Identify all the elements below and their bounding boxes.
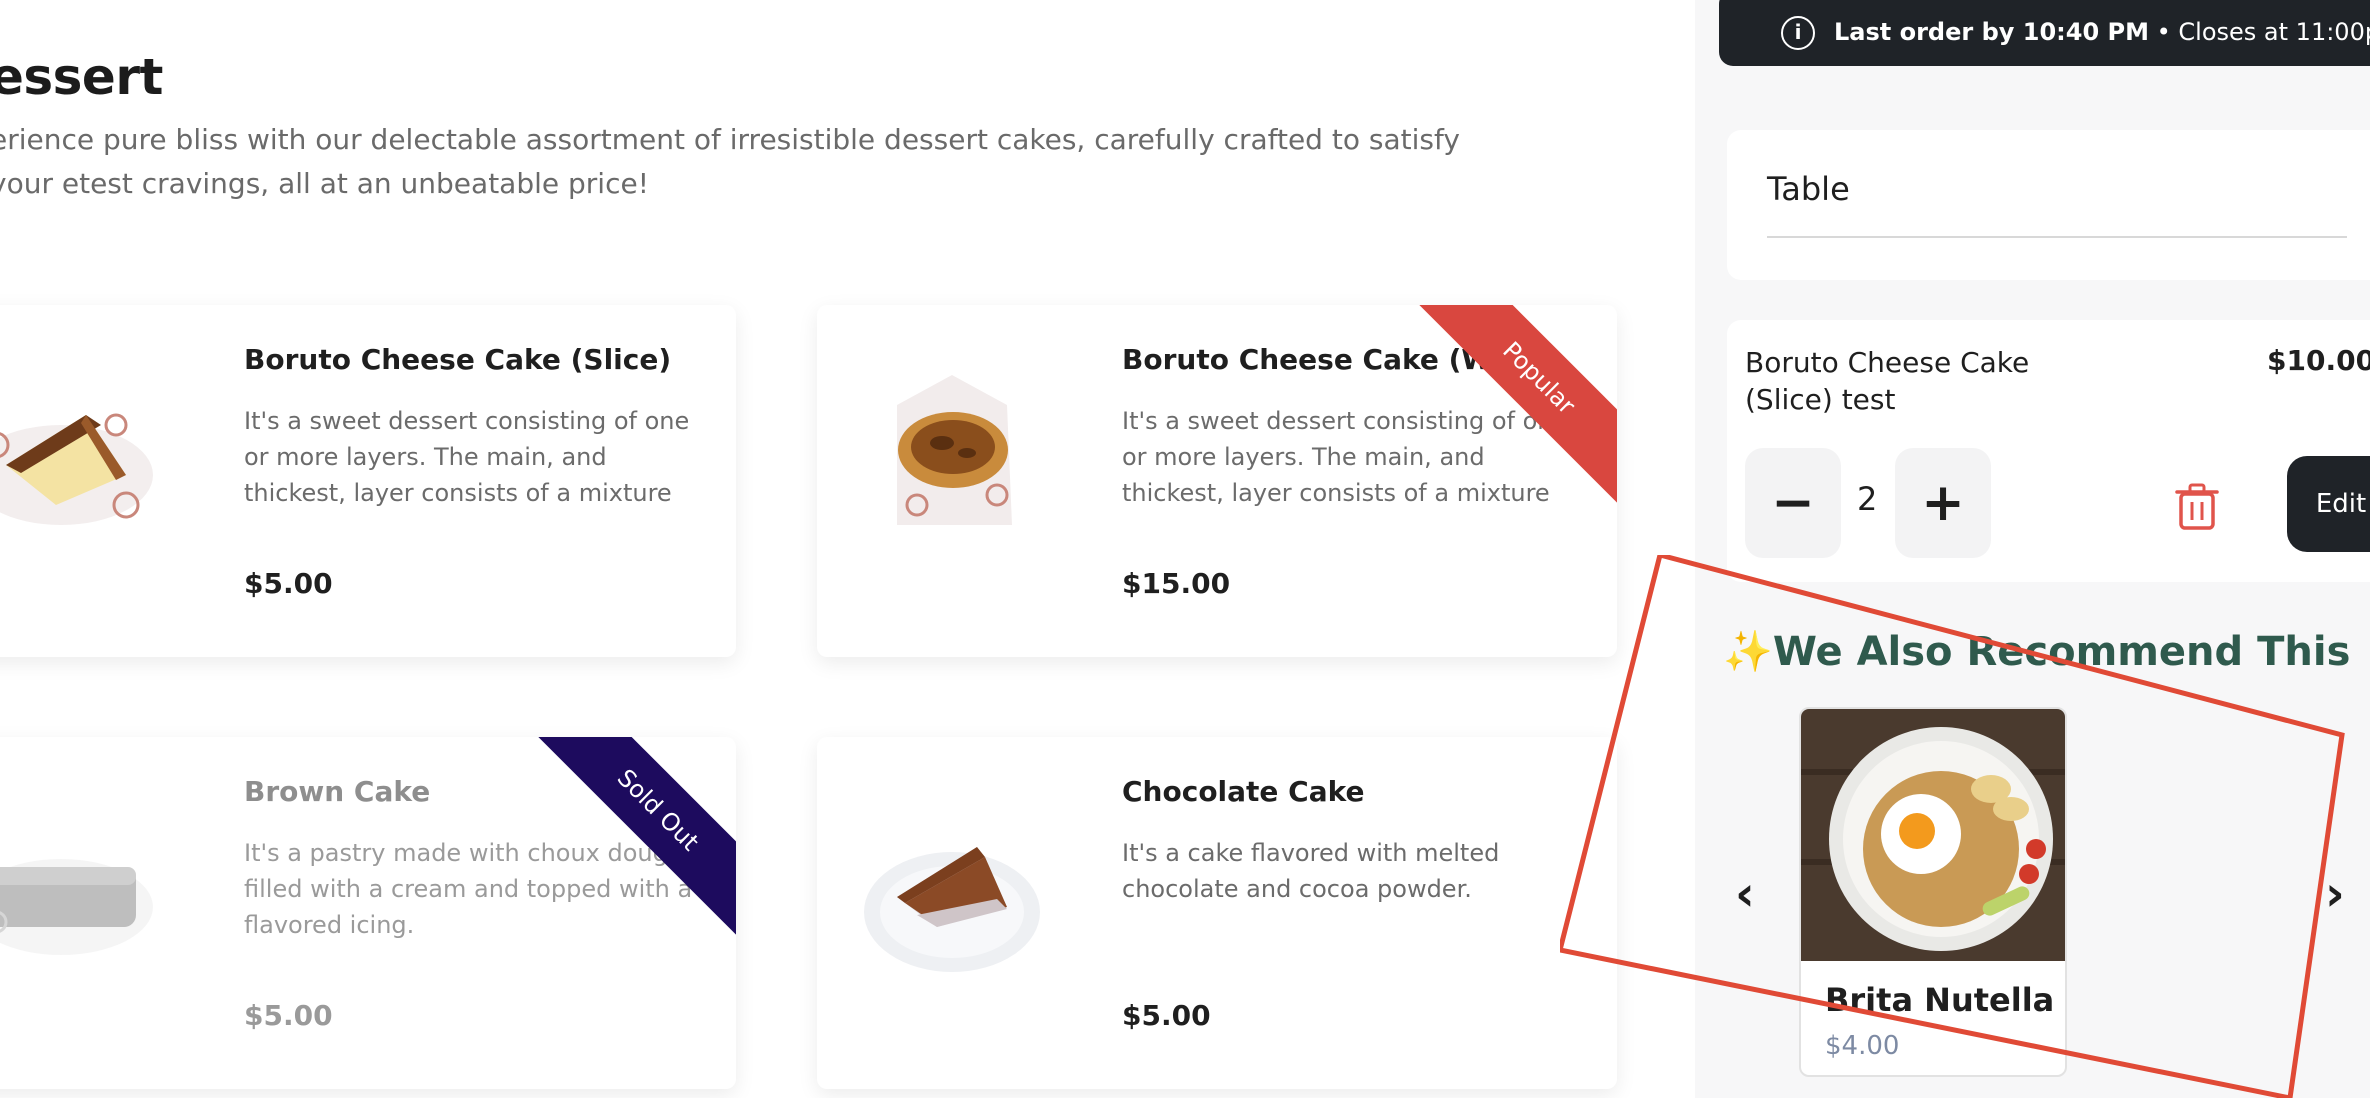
item-description: It's a sweet dessert consisting of one o… [244,407,690,507]
menu-item-card[interactable]: Boruto Cheese Cake (Slice) It's a sweet … [0,305,736,657]
chocolate-cake-image [864,847,1040,972]
recommend-title-text: We Also Recommend This [1772,629,2351,675]
info-icon: i [1781,16,1815,50]
item-price: $5.00 [244,999,333,1032]
last-order-text: Last order by 10:40 PM [1834,18,2149,46]
cart-item: Boruto Cheese Cake (Slice) test $10.00 −… [1727,320,2370,582]
item-name: Chocolate Cake [1122,775,1365,808]
cart-item-name: Boruto Cheese Cake (Slice) test [1745,346,2030,416]
category-title: essert [0,48,163,106]
carousel-prev-button[interactable]: ‹ [1735,866,1755,922]
sparkles-icon: ✨ [1723,629,1773,675]
closing-notice-text: Last order by 10:40 PM • Closes at 11:00… [1834,18,2370,46]
cart-sidebar: i Last order by 10:40 PM • Closes at 11:… [1695,0,2370,1098]
menu-item-card[interactable]: Chocolate Cake It's a cake flavored with… [817,737,1617,1089]
recommended-item-card[interactable]: Brita Nutella $4.00 [1799,707,2067,1077]
table-divider [1767,236,2347,238]
recommend-title: ✨We Also Recommend This [1723,628,2350,675]
cart-item-price: $10.00 [2267,344,2370,377]
cheesecake-whole-image [897,375,1012,525]
table-number-box[interactable]: Table 1 [1727,130,2370,280]
item-price: $5.00 [244,567,333,600]
quantity-value: 2 [1857,480,1878,518]
item-price: $5.00 [1122,999,1211,1032]
closing-notice-banner: i Last order by 10:40 PM • Closes at 11:… [1719,0,2370,66]
recommended-item-price: $4.00 [1825,1031,1900,1061]
brown-cake-image [0,859,153,955]
notice-separator: • [2156,18,2171,46]
trash-icon[interactable] [2175,482,2219,532]
menu-item-card[interactable]: Brown Cake It's a pastry made with choux… [0,737,736,1089]
cheesecake-slice-image [0,413,153,525]
increase-quantity-button[interactable]: + [1895,448,1991,558]
carousel-next-button[interactable]: › [2325,866,2345,922]
item-description: It's a cake flavored with melted chocola… [1122,839,1500,903]
menu-main: essert erience pure bliss with our delec… [0,0,1695,1098]
item-price: $15.00 [1122,567,1231,600]
edit-button[interactable]: Edit [2287,456,2370,552]
category-description: erience pure bliss with our delectable a… [0,123,1460,200]
item-description: It's a sweet dessert consisting of on or… [1122,407,1553,507]
item-description: It's a pastry made with choux doug fille… [244,839,693,939]
menu-item-card[interactable]: Boruto Cheese Cake (Wh It's a sweet dess… [817,305,1617,657]
app: essert erience pure bliss with our delec… [0,0,2370,1098]
recommended-item-name: Brita Nutella [1825,981,2055,1019]
closes-at-text: Closes at 11:00pm [2178,18,2370,46]
fried-rice-image [1801,709,2065,961]
decrease-quantity-button[interactable]: − [1745,448,1841,558]
item-name: Boruto Cheese Cake (Slice) [244,343,672,376]
table-label: Table [1767,170,1850,208]
